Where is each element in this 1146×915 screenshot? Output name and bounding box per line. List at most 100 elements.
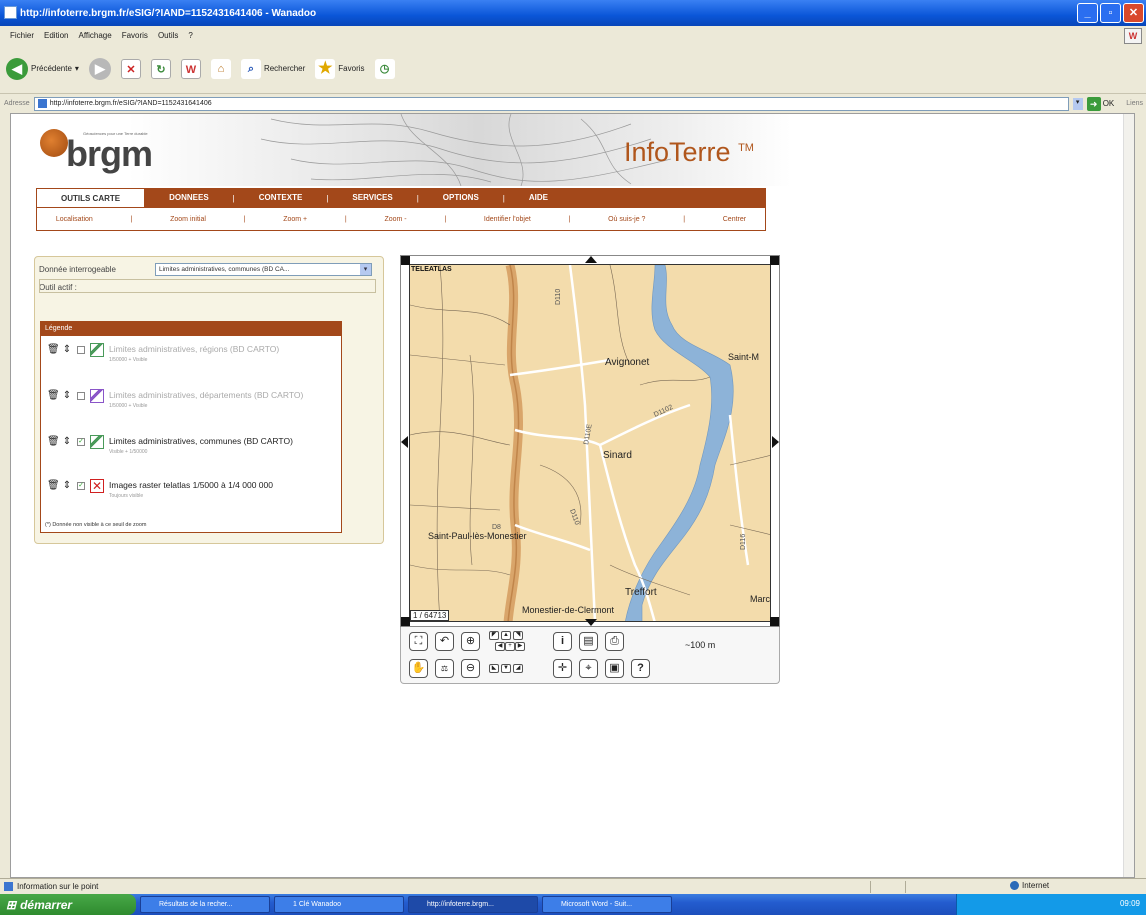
back-button[interactable]: ◀ Précédente ▾: [6, 57, 79, 80]
legend-sub: Visible + 1/50000: [109, 449, 148, 455]
taskbar-item[interactable]: 1 Clé Wanadoo: [274, 896, 404, 913]
reorder-arrows-icon[interactable]: ⇕: [62, 390, 72, 401]
map-corner-icon: [401, 256, 410, 265]
pan-se-button[interactable]: ◢: [513, 664, 523, 673]
wanadoo-icon[interactable]: W: [180, 58, 201, 79]
subnav-where-am-i[interactable]: Où suis-je ?: [608, 216, 645, 223]
brgm-logo[interactable]: brgm: [66, 136, 153, 172]
data-label: Donnée interrogeable: [39, 265, 116, 274]
measure-button[interactable]: ⚖: [435, 659, 454, 678]
reorder-arrows-icon[interactable]: ⇕: [62, 436, 72, 447]
pan-n-button[interactable]: ▲: [501, 631, 511, 640]
pan-east-icon[interactable]: [772, 436, 779, 448]
pan-nw-button[interactable]: ◤: [489, 631, 499, 640]
menu-favorites[interactable]: Favoris: [122, 31, 148, 40]
pan-s-button[interactable]: ▼: [501, 664, 511, 673]
home-icon[interactable]: ⌂: [210, 58, 231, 79]
trash-icon[interactable]: 🗑: [47, 344, 60, 355]
place-label: Treffort: [625, 587, 657, 598]
pan-hand-button[interactable]: ✋: [409, 659, 428, 678]
pan-sw-button[interactable]: ◣: [489, 664, 499, 673]
pan-west-icon[interactable]: [401, 436, 408, 448]
reorder-arrows-icon[interactable]: ⇕: [62, 480, 72, 491]
layer-checkbox[interactable]: [77, 346, 85, 354]
tab-options[interactable]: OPTIONS: [419, 188, 503, 208]
main-nav: OUTILS CARTE DONNEES | CONTEXTE | SERVIC…: [36, 188, 766, 208]
pan-north-icon[interactable]: [585, 256, 597, 263]
subnav-identify[interactable]: Identifier l'objet: [484, 216, 531, 223]
pan-center-button[interactable]: +: [505, 642, 515, 651]
trash-icon[interactable]: 🗑: [47, 390, 60, 401]
start-button[interactable]: ⊞ démarrer: [0, 894, 136, 915]
search-button[interactable]: ⌕ Rechercher: [240, 58, 305, 79]
go-arrow-icon: ➜: [1086, 96, 1101, 111]
sub-nav: Localisation | Zoom initial | Zoom + | Z…: [36, 208, 766, 231]
refresh-icon[interactable]: ↻: [150, 58, 171, 79]
tab-donnees[interactable]: DONNEES: [145, 188, 233, 208]
minimize-button[interactable]: _: [1077, 3, 1098, 23]
pan-ne-button[interactable]: ◥: [513, 631, 523, 640]
stop-icon[interactable]: ✕: [120, 58, 141, 79]
layer-symbol-icon: [90, 389, 104, 403]
menu-file[interactable]: Fichier: [10, 31, 34, 40]
subnav-zoom-initial[interactable]: Zoom initial: [170, 216, 206, 223]
legend-item: 🗑 ⇕ Limites administratives, département…: [47, 389, 309, 411]
taskbar-item[interactable]: http://infoterre.brgm...: [408, 896, 538, 913]
menu-tools[interactable]: Outils: [158, 31, 178, 40]
reorder-arrows-icon[interactable]: ⇕: [62, 344, 72, 355]
print-button[interactable]: ⎙: [605, 632, 624, 651]
menu-view[interactable]: Affichage: [78, 31, 111, 40]
trash-icon[interactable]: 🗑: [47, 436, 60, 447]
close-button[interactable]: ✕: [1123, 3, 1144, 23]
maximize-button[interactable]: ▫: [1100, 3, 1121, 23]
layer-checkbox[interactable]: [77, 392, 85, 400]
save-button[interactable]: ▣: [605, 659, 624, 678]
place-label: Marc: [750, 594, 770, 604]
map-view[interactable]: Avignonet Sinard Saint-Paul-lès-Monestie…: [409, 264, 771, 622]
center-button[interactable]: ✛: [553, 659, 572, 678]
menu-help[interactable]: ?: [188, 31, 192, 40]
previous-view-button[interactable]: ↶: [435, 632, 454, 651]
tab-outils-carte[interactable]: OUTILS CARTE: [36, 188, 146, 208]
legend-box: Légende 🗑 ⇕ Limites administratives, rég…: [40, 321, 342, 533]
place-label: Saint-M: [728, 352, 759, 362]
tab-aide[interactable]: AIDE: [505, 188, 572, 208]
layer-checkbox[interactable]: ✓: [77, 482, 85, 490]
address-dropdown-icon[interactable]: ▾: [1072, 97, 1083, 110]
trash-icon[interactable]: 🗑: [47, 480, 60, 491]
subnav-localisation[interactable]: Localisation: [56, 216, 93, 223]
zoom-in-button[interactable]: ⊕: [461, 632, 480, 651]
favorites-button[interactable]: ★ Favoris: [315, 58, 365, 79]
page-scrollbar[interactable]: [1123, 114, 1134, 877]
pan-south-icon[interactable]: [585, 619, 597, 626]
forward-button[interactable]: ▶: [88, 57, 111, 80]
road-label: D1102: [653, 404, 674, 419]
menu-edit[interactable]: Edition: [44, 31, 68, 40]
pan-e-button[interactable]: ▶: [515, 642, 525, 651]
data-select[interactable]: Limites administratives, communes (BD CA…: [155, 263, 372, 276]
tab-contexte[interactable]: CONTEXTE: [235, 188, 327, 208]
select-button[interactable]: ⌖: [579, 659, 598, 678]
info-button[interactable]: i: [553, 632, 572, 651]
web-page: Géosciences pour une Terre durable brgm …: [10, 113, 1135, 878]
place-label: Avignonet: [605, 357, 650, 368]
subnav-center[interactable]: Centrer: [723, 216, 746, 223]
history-icon[interactable]: ◷: [374, 58, 395, 79]
legend-button[interactable]: ▤: [579, 632, 598, 651]
subnav-zoom-minus[interactable]: Zoom -: [384, 216, 406, 223]
map-canvas[interactable]: Avignonet Sinard Saint-Paul-lès-Monestie…: [410, 265, 771, 622]
help-button[interactable]: ?: [631, 659, 650, 678]
links-label[interactable]: Liens: [1126, 100, 1143, 107]
zoom-out-button[interactable]: ⊖: [461, 659, 480, 678]
full-extent-button[interactable]: ⛶: [409, 632, 428, 651]
go-button[interactable]: ➜ OK: [1086, 96, 1114, 111]
address-input[interactable]: http://infoterre.brgm.fr/eSIG/?IAND=1152…: [33, 96, 1069, 111]
layer-checkbox[interactable]: ✓: [77, 438, 85, 446]
subnav-zoom-plus[interactable]: Zoom +: [283, 216, 307, 223]
pan-w-button[interactable]: ◀: [495, 642, 505, 651]
security-zone: Internet: [1010, 881, 1049, 890]
taskbar-item[interactable]: Microsoft Word - Suit...: [542, 896, 672, 913]
tab-services[interactable]: SERVICES: [328, 188, 416, 208]
window-title: http://infoterre.brgm.fr/eSIG/?IAND=1152…: [20, 7, 317, 19]
taskbar-item[interactable]: Résultats de la recher...: [140, 896, 270, 913]
